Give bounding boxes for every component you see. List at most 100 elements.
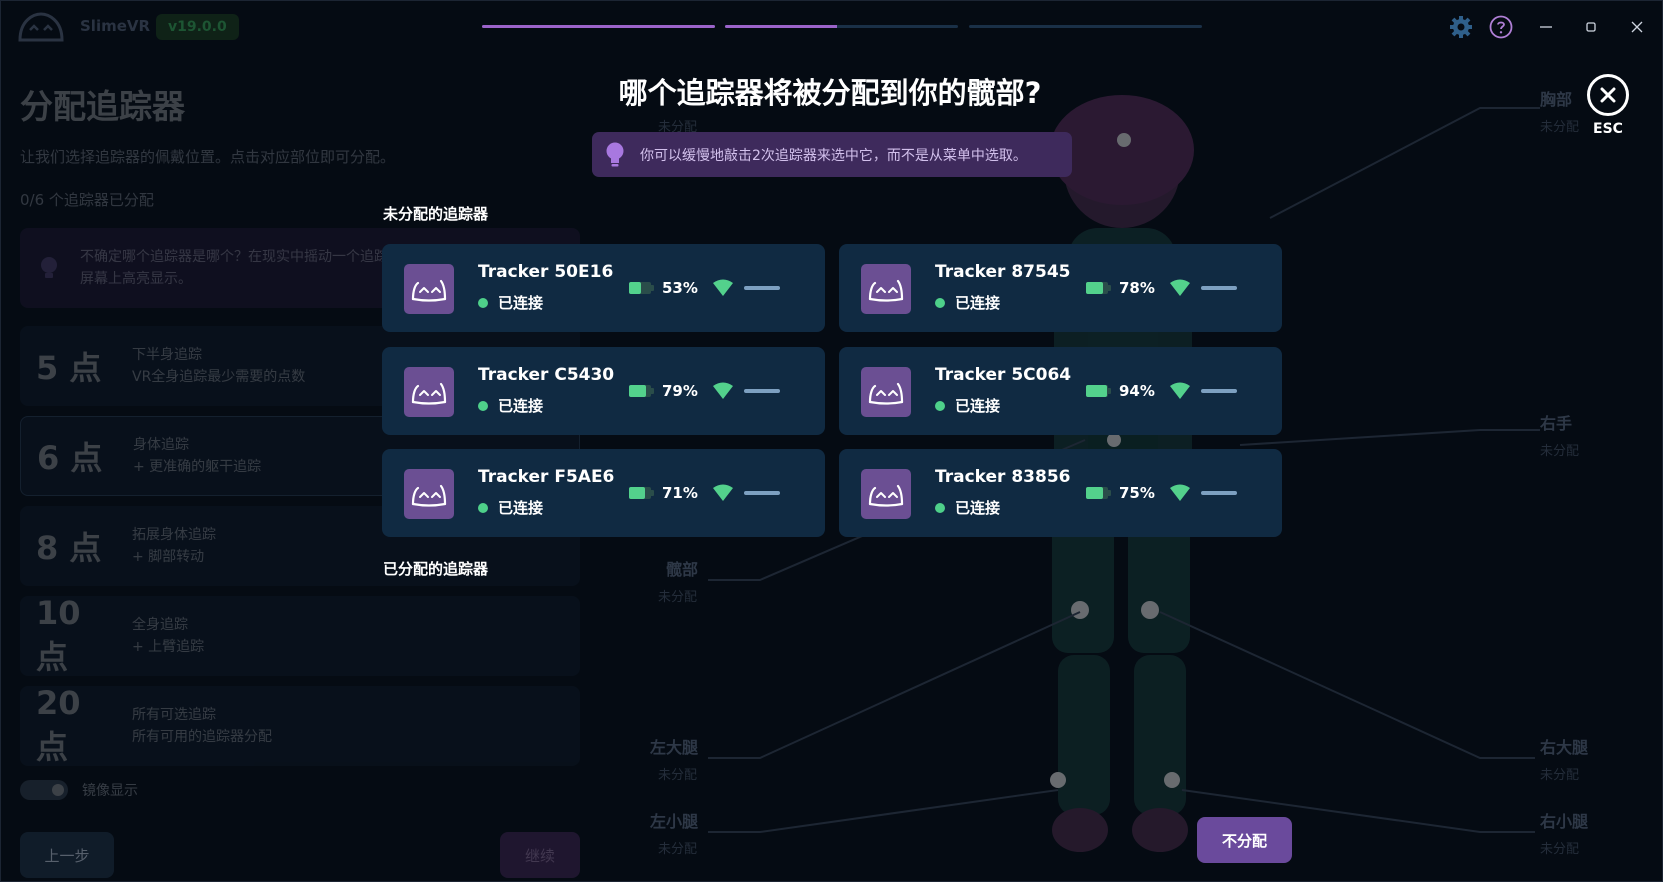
background-tip-line2: 屏幕上高亮显示。 — [80, 271, 192, 287]
tracker-name: Tracker C5430 — [478, 365, 615, 385]
option-title: 下半身追踪 — [132, 347, 202, 363]
slime-icon — [411, 484, 447, 507]
body-part-right-lower-leg[interactable]: 右小腿 — [1540, 808, 1588, 832]
body-part-chest[interactable]: 胸部 — [1540, 86, 1572, 110]
option-20-points[interactable]: 20 点 所有可选追踪 所有可用的追踪器分配 — [20, 684, 580, 766]
tracker-status-text: 已连接 — [955, 499, 1001, 517]
body-part-hip-status: 未分配 — [658, 590, 698, 605]
battery-level — [1086, 385, 1107, 397]
slime-icon — [411, 279, 447, 302]
signal-bar — [1201, 286, 1237, 290]
battery-percent: 53% — [662, 279, 698, 297]
tracker-status-text: 已连接 — [955, 397, 1001, 415]
background-panel: 分配追踪器 让我们选择追踪器的佩戴位置。点击对应部位即可分配。 0/6 个追踪器… — [20, 80, 580, 800]
tracker-status: 已连接 — [478, 395, 543, 416]
tracker-card[interactable]: Tracker C5430 已连接 79% — [382, 347, 825, 435]
battery-icon — [1086, 385, 1111, 397]
wifi-icon — [1170, 484, 1190, 501]
wifi-icon — [713, 484, 733, 501]
connected-dot-icon — [935, 297, 945, 308]
tracker-status: 已连接 — [935, 395, 1000, 416]
option-desc: + 更准确的躯干追踪 — [133, 459, 262, 475]
option-10-points[interactable]: 10 点 全身追踪 + 上臂追踪 — [20, 594, 580, 676]
esc-close-button[interactable]: ESC — [1585, 74, 1631, 140]
battery-icon — [629, 487, 654, 499]
setup-progress-step-2 — [725, 25, 958, 28]
mirror-label: 镜像显示 — [82, 783, 138, 799]
body-part-right-hand-status: 未分配 — [1540, 444, 1580, 459]
tracker-name: Tracker F5AE6 — [478, 467, 615, 487]
tracker-card[interactable]: Tracker 5C064 已连接 94% — [839, 347, 1282, 435]
tracker-avatar — [404, 367, 454, 417]
body-part-left-upper-leg[interactable]: 左大腿 — [650, 734, 698, 758]
option-title: 全身追踪 — [132, 617, 188, 633]
option-desc: VR全身追踪最少需要的点数 — [132, 369, 306, 385]
option-title: 拓展身体追踪 — [132, 527, 216, 543]
option-desc: + 脚部转动 — [132, 549, 205, 565]
close-window-button[interactable] — [1624, 14, 1650, 40]
battery-percent: 94% — [1119, 382, 1155, 400]
body-part-right-upper-leg[interactable]: 右大腿 — [1540, 734, 1588, 758]
tracker-status: 已连接 — [935, 497, 1000, 518]
maximize-icon — [1586, 22, 1596, 32]
option-points: 8 点 — [36, 529, 102, 567]
unassigned-section-title: 未分配的追踪器 — [383, 205, 489, 223]
battery-icon — [1086, 487, 1111, 499]
signal-bar — [1201, 389, 1237, 393]
wifi-icon — [1170, 382, 1190, 399]
body-part-hip[interactable]: 髋部 — [666, 556, 698, 580]
tracker-card[interactable]: Tracker 83856 已连接 75% — [839, 449, 1282, 537]
tracker-card[interactable]: Tracker 87545 已连接 78% — [839, 244, 1282, 332]
tracker-card[interactable]: Tracker 50E16 已连接 53% — [382, 244, 825, 332]
settings-button[interactable] — [1448, 14, 1474, 40]
esc-label: ESC — [1593, 121, 1623, 137]
slime-icon — [868, 279, 904, 302]
tracker-avatar — [861, 264, 911, 314]
body-part-left-upper-leg-status: 未分配 — [658, 768, 698, 783]
tracker-name: Tracker 83856 — [935, 467, 1071, 487]
unassign-button[interactable]: 不分配 — [1197, 817, 1292, 863]
slime-icon — [411, 382, 447, 405]
wifi-icon — [713, 382, 733, 399]
title-bar: SlimeVR v19.0.0 — [0, 0, 1663, 54]
slimevr-logo-icon — [18, 12, 64, 42]
slime-icon — [868, 484, 904, 507]
tracker-avatar — [404, 469, 454, 519]
setup-progress-step-3 — [969, 25, 1202, 28]
tracker-status: 已连接 — [935, 292, 1000, 313]
version-badge: v19.0.0 — [156, 14, 239, 40]
help-button[interactable] — [1488, 14, 1514, 40]
battery-level — [1086, 487, 1103, 499]
assigned-count: 0/6 个追踪器已分配 — [20, 191, 154, 209]
tracker-avatar — [861, 469, 911, 519]
battery-percent: 71% — [662, 484, 698, 502]
slime-icon — [868, 382, 904, 405]
tracker-name: Tracker 5C064 — [935, 365, 1072, 385]
close-icon — [1631, 21, 1643, 33]
mirror-toggle[interactable]: 镜像显示 — [20, 780, 580, 800]
page-description: 让我们选择追踪器的佩戴位置。点击对应部位即可分配。 — [20, 148, 396, 166]
tracker-name: Tracker 50E16 — [478, 262, 614, 282]
signal-bar — [1201, 491, 1237, 495]
minimize-button[interactable] — [1533, 14, 1559, 40]
body-part-left-lower-leg-status: 未分配 — [658, 842, 698, 857]
maximize-button[interactable] — [1578, 14, 1604, 40]
body-part-left-lower-leg[interactable]: 左小腿 — [650, 808, 698, 832]
tracker-avatar — [861, 367, 911, 417]
tracker-status: 已连接 — [478, 497, 543, 518]
continue-button[interactable]: 继续 — [500, 832, 580, 878]
body-part-right-hand[interactable]: 右手 — [1540, 410, 1572, 434]
tracker-avatar — [404, 264, 454, 314]
option-title: 所有可选追踪 — [132, 707, 216, 723]
battery-percent: 79% — [662, 382, 698, 400]
signal-bar — [744, 491, 780, 495]
signal-bar — [744, 389, 780, 393]
previous-button[interactable]: 上一步 — [20, 832, 114, 878]
close-icon — [1600, 87, 1616, 103]
connected-dot-icon — [478, 400, 488, 411]
battery-icon — [1086, 282, 1111, 294]
battery-level — [1086, 282, 1104, 294]
wifi-icon — [1170, 279, 1190, 296]
tracker-card[interactable]: Tracker F5AE6 已连接 71% — [382, 449, 825, 537]
toggle-switch[interactable] — [20, 780, 68, 800]
